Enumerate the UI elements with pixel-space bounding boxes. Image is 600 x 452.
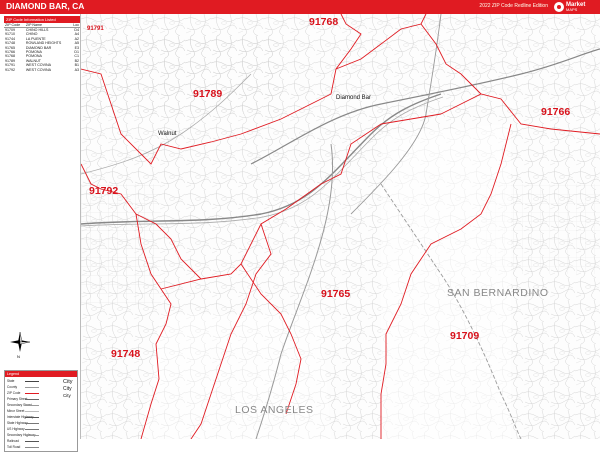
city-label[interactable]: Walnut bbox=[158, 131, 176, 137]
zip-label[interactable]: 91766 bbox=[541, 106, 570, 118]
brand-logo[interactable]: Market MAPS bbox=[552, 0, 598, 14]
zip-index-cell: A3 bbox=[74, 67, 79, 72]
map-legend: Legend State County ZIP Code Primary Street… bbox=[4, 370, 78, 452]
street-layer bbox=[81, 14, 600, 439]
legend-item-swatch bbox=[25, 387, 39, 388]
map-canvas[interactable]: 91768 91791 91789 91766 91792 91765 9170… bbox=[81, 14, 600, 439]
legend-item-label: Railroad bbox=[7, 439, 19, 443]
legend-city-sample: City bbox=[63, 379, 73, 385]
county-label: SAN BERNARDINO bbox=[447, 287, 549, 299]
legend-item-label: County bbox=[7, 385, 18, 389]
legend-item-label: US Highway bbox=[7, 427, 25, 431]
zip-index: ZIP Code Information Listed ZIP Code ZIP… bbox=[4, 16, 80, 72]
brand-word-2: MAPS bbox=[566, 7, 578, 12]
north-label: N bbox=[17, 354, 20, 359]
legend-item-swatch bbox=[25, 441, 39, 442]
edition-label: 2022 ZIP Code Redline Edition bbox=[479, 3, 548, 9]
zip-index-cell: 91792 bbox=[5, 67, 15, 72]
legend-item-swatch bbox=[25, 411, 39, 412]
county-label: LOS ANGELES bbox=[235, 404, 314, 416]
zip-index-cell: WEST COVINA bbox=[25, 67, 51, 72]
legend-caption: Legend bbox=[5, 371, 77, 377]
legend-city-sample: City bbox=[63, 393, 71, 398]
zip-label[interactable]: 91768 bbox=[309, 16, 338, 28]
zip-label[interactable]: 91748 bbox=[111, 348, 140, 360]
legend-item-label: Toll Road bbox=[7, 445, 21, 449]
zip-label[interactable]: 91791 bbox=[87, 26, 104, 32]
legend-item-swatch bbox=[25, 417, 39, 418]
legend-item-swatch bbox=[25, 447, 39, 448]
legend-item-swatch bbox=[25, 435, 39, 436]
legend-panel: ZIP Code Information Listed ZIP Code ZIP… bbox=[0, 14, 81, 452]
legend-item-label: ZIP Code bbox=[7, 391, 21, 395]
legend-item-swatch bbox=[25, 405, 39, 406]
legend-item-swatch bbox=[25, 429, 39, 430]
legend-item-label: Minor Street bbox=[7, 409, 25, 413]
zip-label[interactable]: 91765 bbox=[321, 288, 350, 300]
legend-item-swatch bbox=[25, 399, 39, 400]
map-title: DIAMOND BAR, CA bbox=[6, 1, 85, 11]
zip-label[interactable]: 91792 bbox=[89, 185, 118, 197]
legend-item-swatch bbox=[25, 423, 39, 424]
map-header: DIAMOND BAR, CA 2022 ZIP Code Redline Ed… bbox=[0, 0, 600, 14]
zip-index-caption: ZIP Code Information Listed bbox=[4, 16, 80, 23]
legend-city-sample: City bbox=[63, 386, 72, 392]
zip-label[interactable]: 91789 bbox=[193, 88, 222, 100]
legend-item-swatch bbox=[25, 393, 39, 394]
legend-item-swatch bbox=[25, 381, 39, 382]
city-label[interactable]: Diamond Bar bbox=[336, 95, 371, 101]
legend-item-label: State bbox=[7, 379, 15, 383]
zip-label[interactable]: 91709 bbox=[450, 330, 479, 342]
zip-index-row[interactable]: 91792 WEST COVINA A3 bbox=[4, 68, 80, 72]
globe-icon bbox=[554, 2, 564, 12]
zip-index-table: ZIP Code ZIP Name Loc 91709 CHINO HILLS D4… bbox=[4, 23, 80, 72]
north-arrow-icon bbox=[10, 332, 30, 352]
